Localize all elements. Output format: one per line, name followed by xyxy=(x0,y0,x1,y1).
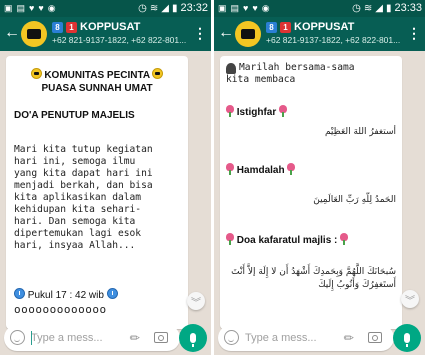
time-line: Pukul 17 : 42 wib xyxy=(14,288,118,301)
group-title: 8 1 KOPPUSAT xyxy=(266,21,407,33)
chat-header: ← 8 1 KOPPUSAT +62 821-9137-1822, +62 82… xyxy=(0,17,211,51)
gallery-notification-icon: ▣ xyxy=(218,3,227,13)
more-options-icon[interactable]: ⋮ xyxy=(193,26,207,40)
signal-icon: ◢ xyxy=(161,2,169,14)
message-bubble[interactable]: Marilah bersama-sama kita membaca Istigh… xyxy=(220,56,402,329)
emoji-icon[interactable] xyxy=(224,330,239,345)
emoji-icon xyxy=(30,68,42,79)
message-body: Mari kita tutup kegiatan hari ini, semog… xyxy=(14,144,153,251)
mic-button[interactable] xyxy=(179,324,207,352)
alarm-clock-icon xyxy=(106,288,118,299)
scroll-down-icon[interactable]: ︾ xyxy=(187,292,205,310)
message-heading: DO'A PENUTUP MAJELIS xyxy=(14,110,135,121)
group-avatar[interactable] xyxy=(235,21,261,47)
more-options-icon[interactable]: ⋮ xyxy=(407,26,421,40)
twitter-icon: ♥ xyxy=(29,3,35,13)
tulip-icon xyxy=(279,105,288,117)
tulip-icon xyxy=(287,163,296,175)
mic-icon xyxy=(404,333,410,347)
istighfar-heading: Istighfar xyxy=(226,105,288,118)
number-badge-icon: 1 xyxy=(66,21,77,33)
status-bar: ▣ ▤ ♥ ♥ ◉ ◷ ≋ ◢ ▮ 23:33 xyxy=(214,0,425,17)
chat-title-area[interactable]: 8 1 KOPPUSAT +62 821-9137-1822, +62 822-… xyxy=(52,21,193,45)
kafarat-arabic: سُبحَانَكَ اللَّهُمَّ وَبِحَمدِكَ أَشْهَ… xyxy=(231,267,396,290)
text-cursor xyxy=(31,331,32,345)
app-notification-icon: ◉ xyxy=(47,3,56,13)
message-input[interactable]: Type a mess... xyxy=(245,332,317,344)
back-arrow-icon[interactable]: ← xyxy=(4,25,20,41)
notification-icons: ▣ ▤ ♥ ♥ ◉ xyxy=(4,3,56,13)
intro-text: Marilah bersama-sama kita membaca xyxy=(226,62,355,85)
tulip-icon xyxy=(226,233,234,245)
group-members: +62 821-9137-1822, +62 822-801... xyxy=(266,35,401,45)
twitter-icon: ♥ xyxy=(252,3,258,13)
image-notification-icon: ▤ xyxy=(16,3,26,13)
notification-icons: ▣ ▤ ♥ ♥ ◉ xyxy=(218,3,270,13)
number-badge-icon: 1 xyxy=(280,21,291,33)
intro-line: Marilah bersama-sama kita membaca xyxy=(226,62,402,86)
alarm-icon: ◷ xyxy=(138,2,147,14)
group-title: 8 1 KOPPUSAT xyxy=(52,21,193,33)
message-title: KOMUNITAS PECINTA xyxy=(14,68,180,82)
chat-screen-right: ▣ ▤ ♥ ♥ ◉ ◷ ≋ ◢ ▮ 23:33 ← 8 1 KOPPUSAT +… xyxy=(214,0,425,355)
number-badge-icon: 8 xyxy=(52,21,63,33)
group-members: +62 821-9137-1822, +62 822-801... xyxy=(52,35,187,45)
twitter-icon: ♥ xyxy=(243,3,249,13)
emoji-icon xyxy=(152,68,164,79)
message-input[interactable]: Type a mess... xyxy=(31,332,103,344)
system-icons: ◷ ≋ ◢ ▮ 23:32 xyxy=(138,2,208,14)
message-input-bar[interactable]: Type a mess... ✎ xyxy=(4,325,180,351)
chat-title-area[interactable]: 8 1 KOPPUSAT +62 821-9137-1822, +62 822-… xyxy=(266,21,407,45)
message-bubble[interactable]: KOMUNITAS PECINTA PUASA SUNNAH UMAT DO'A… xyxy=(6,56,188,329)
signal-icon: ◢ xyxy=(375,2,383,14)
alarm-clock-icon xyxy=(14,288,25,299)
alarm-icon: ◷ xyxy=(352,2,361,14)
battery-icon: ▮ xyxy=(385,2,392,14)
image-notification-icon: ▤ xyxy=(230,3,240,13)
wifi-icon: ≋ xyxy=(363,2,373,14)
wifi-icon: ≋ xyxy=(149,2,159,14)
praying-icon xyxy=(226,63,236,74)
camera-icon[interactable] xyxy=(154,332,168,343)
app-notification-icon: ◉ xyxy=(261,3,270,13)
message-input-bar[interactable]: Type a mess... ✎ xyxy=(218,325,394,351)
kafarat-heading: Doa kafaratul majlis : xyxy=(226,233,349,246)
istighfar-arabic: أستغفرُ اللهَ العَظِيْم xyxy=(324,127,396,137)
hamdalah-heading: Hamdalah xyxy=(226,163,296,176)
battery-icon: ▮ xyxy=(171,2,178,14)
gallery-notification-icon: ▣ xyxy=(4,3,13,13)
chat-screen-left: ▣ ▤ ♥ ♥ ◉ ◷ ≋ ◢ ▮ 23:32 ← 8 1 KOPPUSAT +… xyxy=(0,0,211,355)
back-arrow-icon[interactable]: ← xyxy=(218,25,234,41)
clock-time: 23:32 xyxy=(180,2,208,14)
number-badge-icon: 8 xyxy=(266,21,277,33)
time-label: Pukul 17 : 42 wib xyxy=(27,290,104,301)
status-bar: ▣ ▤ ♥ ♥ ◉ ◷ ≋ ◢ ▮ 23:32 xyxy=(0,0,211,17)
message-title-line2: PUASA SUNNAH UMAT xyxy=(41,83,153,94)
mic-button[interactable] xyxy=(393,324,421,352)
scroll-down-icon[interactable]: ︾ xyxy=(401,290,419,308)
group-name: KOPPUSAT xyxy=(294,21,355,33)
twitter-icon: ♥ xyxy=(38,3,44,13)
system-icons: ◷ ≋ ◢ ▮ 23:33 xyxy=(352,2,422,14)
chat-header: ← 8 1 KOPPUSAT +62 821-9137-1822, +62 82… xyxy=(214,17,425,51)
group-avatar[interactable] xyxy=(21,21,47,47)
mic-icon xyxy=(190,333,196,347)
decorative-circles: ooooooooooooo xyxy=(14,303,107,316)
tulip-icon xyxy=(226,163,234,175)
attach-icon[interactable]: ✎ xyxy=(127,329,144,346)
camera-icon[interactable] xyxy=(368,332,382,343)
tulip-icon xyxy=(340,233,349,245)
tulip-icon xyxy=(226,105,234,117)
group-name: KOPPUSAT xyxy=(80,21,141,33)
clock-time: 23:33 xyxy=(394,2,422,14)
attach-icon[interactable]: ✎ xyxy=(341,329,358,346)
hamdalah-arabic: الحَمدُ لِلّهِ رَبِّ العَالَمِينَ xyxy=(313,195,396,205)
emoji-icon[interactable] xyxy=(10,330,25,345)
